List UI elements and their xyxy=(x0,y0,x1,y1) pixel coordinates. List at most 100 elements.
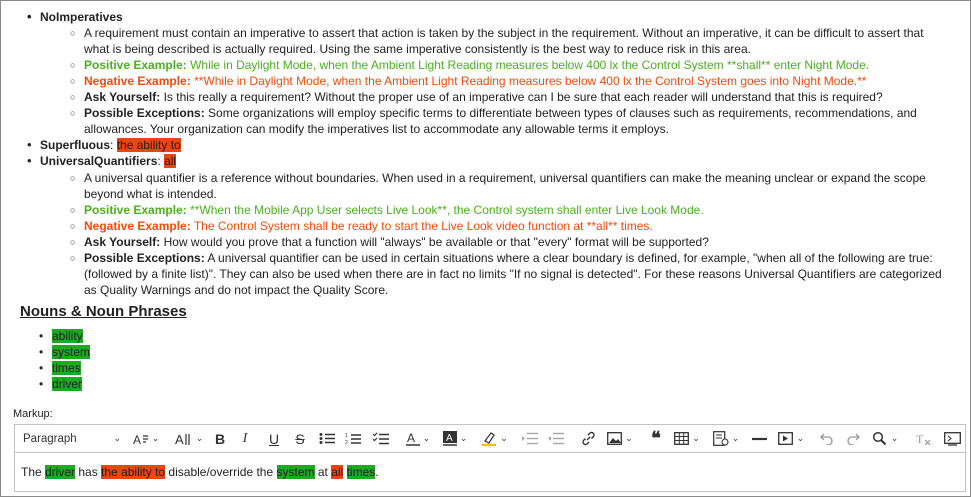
markup-label: Markup: xyxy=(13,408,53,420)
ask-text: How would you prove that a function will… xyxy=(163,235,709,249)
todo-list-button[interactable] xyxy=(371,425,391,452)
chevron-down-icon: ⌄ xyxy=(731,433,740,443)
background-color-dropdown[interactable]: A ⌄ xyxy=(440,425,470,452)
chevron-down-icon: ⌄ xyxy=(500,433,508,443)
redo-button[interactable] xyxy=(843,425,863,452)
positive-label: Positive Example: xyxy=(84,203,187,217)
chevron-down-icon: ⌄ xyxy=(625,433,633,443)
chevron-down-icon: ⌄ xyxy=(692,433,700,443)
numbered-list-button[interactable]: 12 xyxy=(343,425,363,452)
noun-highlight: system xyxy=(276,465,315,479)
link-button[interactable] xyxy=(577,425,599,452)
separator: : xyxy=(110,138,117,152)
strikethrough-button[interactable]: S xyxy=(291,425,309,452)
image-dropdown[interactable]: ⌄ xyxy=(605,425,635,452)
svg-text:1: 1 xyxy=(345,433,348,439)
negative-text: The Control System shall be ready to sta… xyxy=(193,219,653,233)
svg-text:A: A xyxy=(407,431,415,445)
editor-content[interactable]: The driver has the ability to disable/ov… xyxy=(21,465,379,479)
decrease-indent-button[interactable] xyxy=(545,425,567,452)
editor-text-segment: . xyxy=(375,465,379,479)
editor-text-segment: The xyxy=(21,465,46,479)
noun-highlight: times xyxy=(346,465,376,479)
redo-icon xyxy=(847,433,860,445)
media-icon xyxy=(777,432,793,445)
universal-title: UniversalQuantifiers xyxy=(40,154,158,168)
svg-text:2: 2 xyxy=(345,440,348,445)
find-replace-dropdown[interactable]: ⌄ xyxy=(869,425,901,452)
italic-button[interactable]: I xyxy=(236,425,254,452)
font-color-dropdown[interactable]: A ⌄ xyxy=(403,425,433,452)
increase-indent-button[interactable] xyxy=(519,425,541,452)
heading-icon: A xyxy=(133,433,148,446)
indent-icon xyxy=(522,432,538,445)
noimperatives-exceptions: Possible Exceptions: Some organizations … xyxy=(70,105,946,137)
insert-template-dropdown[interactable]: ⌄ xyxy=(709,425,743,452)
chevron-down-icon: ⌄ xyxy=(422,433,431,443)
positive-text: **When the Mobile App User selects Live … xyxy=(190,203,704,217)
find-replace-icon xyxy=(872,431,886,446)
paragraph-format-label: Paragraph xyxy=(23,432,77,445)
universal-exceptions: Possible Exceptions: A universal quantif… xyxy=(70,250,946,298)
undo-button[interactable] xyxy=(817,425,837,452)
outdent-icon xyxy=(548,432,564,445)
highlighter-icon xyxy=(482,432,497,446)
noun-item: system xyxy=(39,345,91,360)
template-icon xyxy=(712,431,729,446)
noun-item: ability xyxy=(39,329,83,344)
universal-item: UniversalQuantifiers: all xyxy=(27,153,177,169)
ask-label: Ask Yourself: xyxy=(84,90,161,104)
universal-negative-example: Negative Example: The Control System sha… xyxy=(70,218,946,234)
positive-label: Positive Example: xyxy=(84,58,187,72)
exceptions-text: A universal quantifier can be used in ce… xyxy=(84,251,942,297)
font-color-icon: A xyxy=(405,431,420,446)
background-color-icon: A xyxy=(442,431,457,446)
highlight-dropdown[interactable]: ⌄ xyxy=(479,425,511,452)
exceptions-text: Some organizations will employ specific … xyxy=(84,106,917,136)
noimperatives-description: A requirement must contain an imperative… xyxy=(70,25,946,57)
source-editing-button[interactable] xyxy=(941,425,963,452)
universal-ask-yourself: Ask Yourself: How would you prove that a… xyxy=(70,234,946,250)
svg-text:T: T xyxy=(916,432,924,446)
underline-button[interactable]: U xyxy=(265,425,283,452)
block-quote-button[interactable]: ❝ xyxy=(645,425,667,452)
negative-label: Negative Example: xyxy=(84,74,191,88)
remove-format-button[interactable]: T xyxy=(913,425,933,452)
font-size-dropdown[interactable]: A ⌄ xyxy=(173,425,205,452)
horizontal-line-button[interactable] xyxy=(749,425,769,452)
noun-term: driver xyxy=(52,377,83,391)
universal-term: all xyxy=(164,154,177,168)
noimperatives-title: NoImperatives xyxy=(27,9,123,25)
media-embed-dropdown[interactable]: ⌄ xyxy=(775,425,807,452)
insert-table-dropdown[interactable]: ⌄ xyxy=(671,425,703,452)
quality-report: NoImperatives A requirement must contain… xyxy=(0,0,969,403)
image-icon xyxy=(607,432,623,445)
superfluous-item: Superfluous: the ability to xyxy=(27,137,181,153)
noimperatives-positive-example: Positive Example: While in Daylight Mode… xyxy=(70,57,946,73)
bold-button[interactable]: B xyxy=(211,425,229,452)
noimperatives-ask-yourself: Ask Yourself: Is this really a requireme… xyxy=(70,89,946,105)
chevron-down-icon: ⌄ xyxy=(459,433,468,443)
bulleted-list-button[interactable] xyxy=(317,425,337,452)
negative-text: **While in Daylight Mode, when the Ambie… xyxy=(194,74,867,88)
paragraph-format-dropdown[interactable]: Paragraph ⌄ xyxy=(23,425,121,452)
noun-term: system xyxy=(52,345,91,359)
horizontal-line-icon xyxy=(751,437,767,440)
chevron-down-icon: ⌄ xyxy=(890,433,899,443)
noun-item: driver xyxy=(39,377,83,392)
svg-text:A: A xyxy=(175,432,184,446)
quantifier-highlight: all xyxy=(331,465,344,479)
link-icon xyxy=(581,431,595,446)
svg-text:A: A xyxy=(446,433,453,444)
noimperatives-negative-example: Negative Example: **While in Daylight Mo… xyxy=(70,73,946,89)
markup-editor[interactable]: The driver has the ability to disable/ov… xyxy=(14,452,966,492)
editor-text-segment: at xyxy=(314,465,332,479)
noun-highlight: driver xyxy=(45,465,76,479)
noun-term: times xyxy=(52,361,81,375)
positive-text: While in Daylight Mode, when the Ambient… xyxy=(190,58,870,72)
fullscreen-icon xyxy=(943,431,961,446)
table-icon xyxy=(674,432,690,445)
superfluous-highlight: the ability to xyxy=(101,465,166,479)
heading-dropdown[interactable]: A ⌄ xyxy=(131,425,161,452)
negative-label: Negative Example: xyxy=(84,219,191,233)
